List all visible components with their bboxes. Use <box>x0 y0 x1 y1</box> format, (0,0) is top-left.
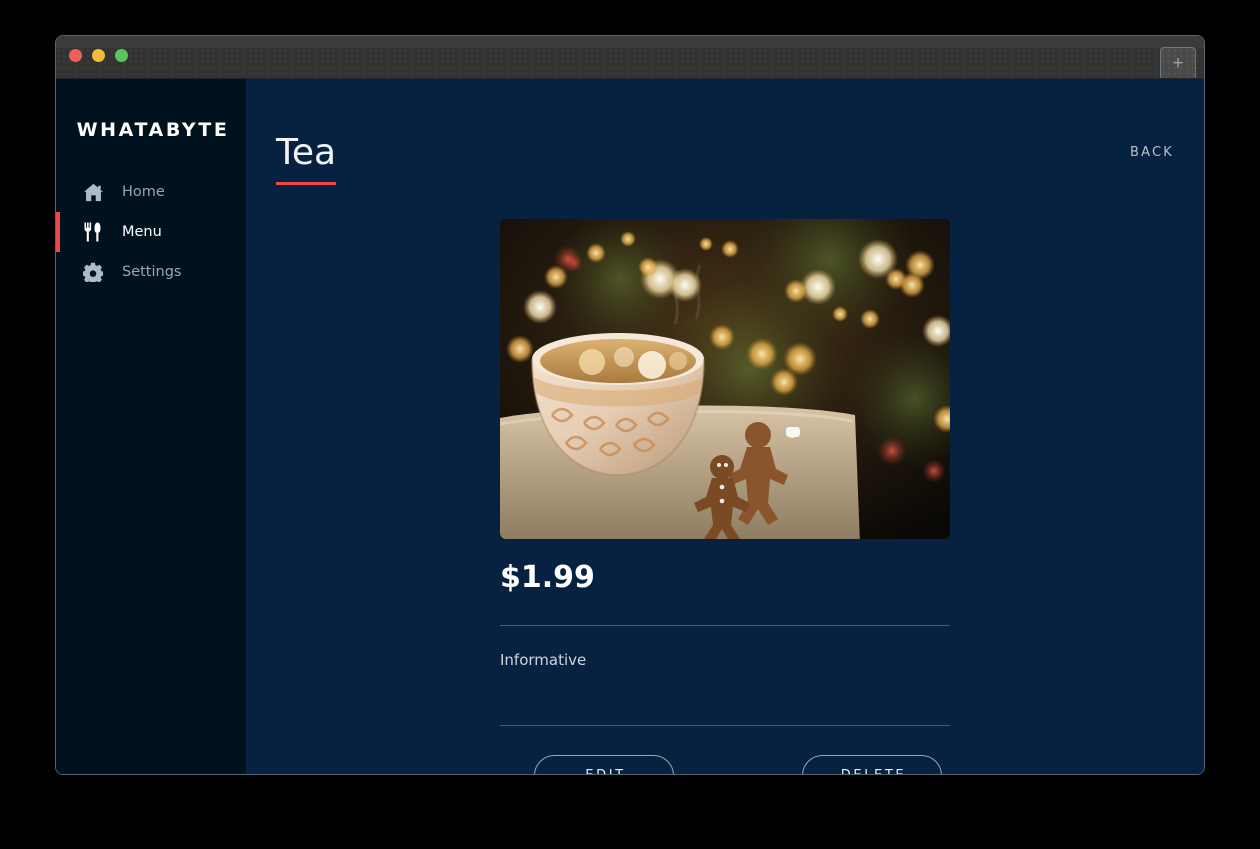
new-tab-button[interactable]: + <box>1160 47 1196 78</box>
close-window-button[interactable] <box>69 49 82 62</box>
app-window: + WHATABYTE Home Menu Settings Tea BACK … <box>56 36 1204 774</box>
sidebar-nav: Home Menu Settings <box>56 172 246 292</box>
window-body: WHATABYTE Home Menu Settings Tea BACK $1… <box>56 79 1204 774</box>
window-controls <box>69 49 128 62</box>
item-description: Informative <box>500 651 587 669</box>
maximize-window-button[interactable] <box>115 49 128 62</box>
home-icon <box>83 182 105 202</box>
gear-icon <box>83 262 105 282</box>
item-image <box>500 219 950 539</box>
cutlery-icon <box>83 222 105 242</box>
sidebar-item-label: Settings <box>122 264 182 280</box>
tea-photo-illustration <box>500 219 950 539</box>
edit-button[interactable]: EDIT <box>534 755 674 774</box>
browser-tabstrip <box>56 48 1204 78</box>
content-header: Tea BACK <box>276 79 1174 185</box>
sidebar: WHATABYTE Home Menu Settings <box>56 79 246 774</box>
back-button[interactable]: BACK <box>1130 135 1174 160</box>
minimize-window-button[interactable] <box>92 49 105 62</box>
delete-button[interactable]: DELETE <box>802 755 942 774</box>
item-detail-card: $1.99 Informative EDIT DELETE <box>500 185 950 774</box>
sidebar-item-label: Menu <box>122 224 162 240</box>
sidebar-item-label: Home <box>122 184 165 200</box>
sidebar-item-home[interactable]: Home <box>56 172 246 212</box>
card-actions: EDIT DELETE <box>500 726 950 774</box>
page-title: Tea <box>276 135 337 185</box>
item-price: $1.99 <box>500 560 595 595</box>
brand-logo: WHATABYTE <box>76 119 230 141</box>
window-titlebar: + <box>56 36 1204 79</box>
plus-icon: + <box>1172 52 1184 74</box>
main-content: Tea BACK $1.99 Informative <box>246 79 1204 774</box>
sidebar-item-menu[interactable]: Menu <box>56 212 246 252</box>
sidebar-item-settings[interactable]: Settings <box>56 252 246 292</box>
